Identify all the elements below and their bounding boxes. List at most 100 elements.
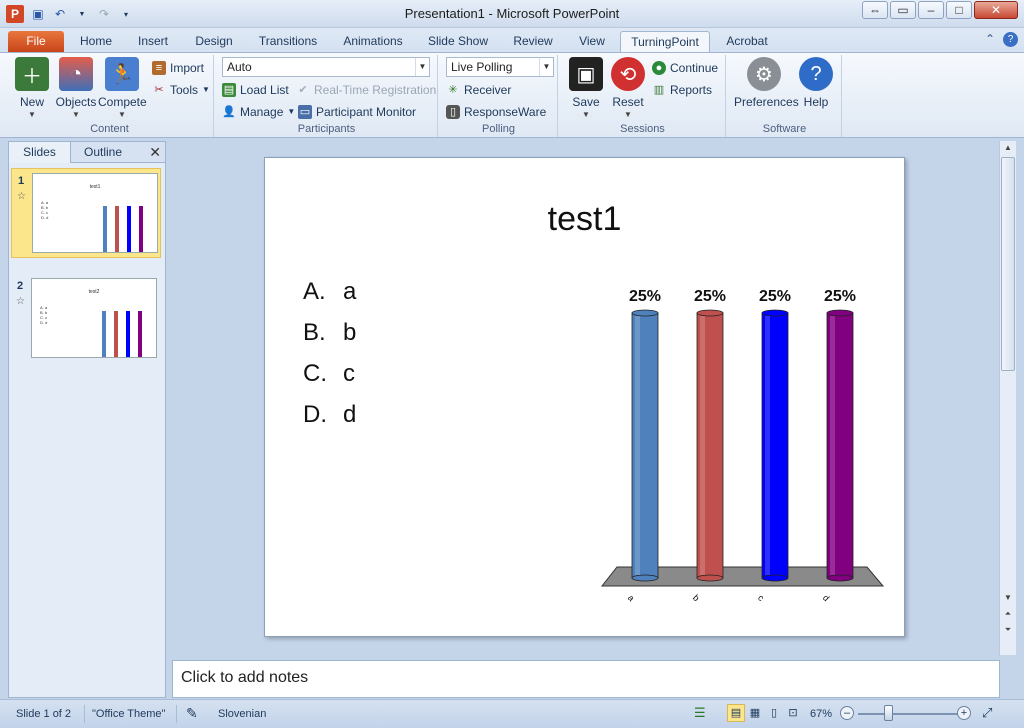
tab-outline[interactable]: Outline	[73, 142, 133, 163]
tab-turningpoint[interactable]: TurningPoint	[620, 31, 710, 52]
restore-ribbon-icon[interactable]: ⇔	[862, 1, 888, 19]
responseware-button[interactable]: ▯ ResponseWare	[446, 103, 546, 121]
notes-pane[interactable]: Click to add notes	[172, 660, 1000, 698]
participant-monitor-label: Participant Monitor	[316, 105, 417, 119]
tab-slides[interactable]: Slides	[9, 142, 71, 163]
thumbnail-title: test1	[89, 184, 101, 190]
tab-transitions[interactable]: Transitions	[252, 31, 324, 52]
chevron-down-icon[interactable]: ▼	[539, 58, 553, 76]
objects-button[interactable]: ◔ Objects ▼	[52, 57, 100, 119]
normal-view-icon[interactable]: ▤	[727, 704, 745, 722]
theme-name[interactable]: "Office Theme"	[92, 708, 165, 720]
help-button[interactable]: ? Help	[794, 57, 838, 109]
scroll-down-icon[interactable]: ▼	[1000, 591, 1016, 605]
thumbnail-answers: A. a B. b C. c D. d	[40, 305, 47, 325]
continue-button[interactable]: ● Continue	[652, 59, 718, 77]
tab-design[interactable]: Design	[188, 31, 240, 52]
thumbnail-bar	[115, 206, 119, 252]
chevron-down-icon: ▼	[287, 107, 296, 116]
group-label-polling: Polling	[481, 123, 516, 135]
next-slide-icon[interactable]: ⏷	[1000, 623, 1016, 637]
preferences-button[interactable]: ⚙ Preferences	[734, 57, 799, 109]
slide-thumbnail-2[interactable]: 2 ☆ test2 A. a B. b C. c D. d	[11, 274, 161, 364]
minimize-ribbon-icon[interactable]: ⌃	[985, 32, 995, 47]
results-bar-chart[interactable]: 25% a 25% b 25% c 25% d	[265, 158, 906, 638]
import-button[interactable]: ≡ Import	[152, 59, 204, 77]
receiver-button[interactable]: ✳ Receiver	[446, 81, 511, 99]
maximize-button[interactable]: □	[946, 1, 972, 19]
window-controls: ⇔ ▭ – □ ✕	[862, 1, 1018, 19]
minimize-button[interactable]: –	[918, 1, 944, 19]
turningpoint-status-icon[interactable]: ☰	[694, 705, 706, 721]
save-session-button[interactable]: ▣ Save ▼	[562, 57, 610, 119]
thumbnail-bar	[114, 311, 118, 357]
close-button[interactable]: ✕	[974, 1, 1018, 19]
chevron-down-icon: ▼	[28, 110, 36, 119]
previous-slide-icon[interactable]: ⏶	[1000, 607, 1016, 621]
fit-to-window-icon[interactable]: ⤢	[982, 705, 992, 721]
group-polling: Live Polling ▼ ✳ Receiver ▯ ResponseWare…	[440, 55, 558, 137]
tools-button[interactable]: ✂ Tools ▼	[152, 81, 210, 99]
slide-canvas[interactable]: test1 A. a B. b C. c D. d 25% a 25% b 25% c 25% d	[264, 157, 905, 637]
chevron-down-icon[interactable]: ▼	[415, 58, 429, 76]
tab-acrobat[interactable]: Acrobat	[718, 31, 776, 52]
vertical-scrollbar[interactable]: ▲ ▼ ⏶ ⏷	[999, 141, 1016, 655]
runner-icon: 🏃	[105, 57, 139, 91]
scroll-up-icon[interactable]: ▲	[1000, 141, 1016, 155]
category-label: c	[756, 593, 767, 604]
thumbnail-answer: D. d	[41, 215, 49, 220]
zoom-slider-track[interactable]	[858, 713, 958, 715]
slide-number: 2	[17, 280, 24, 292]
zoom-in-icon[interactable]: +	[957, 706, 971, 720]
load-list-button[interactable]: ▤ Load List	[222, 81, 289, 99]
tab-home[interactable]: Home	[74, 31, 118, 52]
slide-thumbnail-1[interactable]: 1 ☆ test1 A. a B. b C. c D. d	[11, 168, 161, 258]
realtime-registration-button[interactable]: ✔ Real-Time Registration	[296, 81, 436, 99]
bar-chart-icon: ▥	[653, 84, 665, 96]
reset-button[interactable]: ⟲ Reset ▼	[604, 57, 652, 119]
language-indicator[interactable]: Slovenian	[218, 708, 266, 720]
reports-label: Reports	[670, 83, 713, 97]
help-question-icon[interactable]: ?	[1003, 32, 1018, 47]
zoom-level[interactable]: 67%	[810, 708, 832, 720]
tab-file[interactable]: File	[8, 31, 64, 52]
tab-slide-show[interactable]: Slide Show	[422, 31, 494, 52]
group-software: ⚙ Preferences ? Help Software	[728, 55, 842, 137]
chart-bar	[761, 309, 789, 582]
slide-sorter-view-icon[interactable]: ▦	[746, 704, 764, 722]
group-label-participants: Participants	[297, 123, 356, 135]
spell-check-icon[interactable]: ✎	[186, 705, 198, 722]
tab-animations[interactable]: Animations	[336, 31, 410, 52]
new-button[interactable]: ＋ New ▼	[8, 57, 56, 119]
zoom-slider-thumb[interactable]	[884, 705, 893, 721]
zoom-out-icon[interactable]: –	[840, 706, 854, 720]
manage-button[interactable]: 👤 Manage ▼	[222, 103, 295, 121]
polling-mode-combo[interactable]: Live Polling ▼	[446, 57, 554, 77]
reading-view-icon[interactable]: ▯	[765, 704, 783, 722]
view-switch-icon[interactable]: ▭	[890, 1, 916, 19]
monitor-icon: ▭	[298, 105, 312, 119]
thumbnail-title: test2	[88, 289, 100, 295]
tab-review[interactable]: Review	[506, 31, 560, 52]
responseware-label: ResponseWare	[464, 105, 547, 119]
participant-list-combo[interactable]: Auto ▼	[222, 57, 430, 77]
tools-label: Tools	[170, 83, 199, 97]
panel-tabs: Slides Outline ✕	[9, 142, 165, 163]
reports-button[interactable]: ▥ Reports	[652, 81, 712, 99]
group-participants: Auto ▼ ▤ Load List ✔ Real-Time Registrat…	[216, 55, 438, 137]
compete-button[interactable]: 🏃 Compete ▼	[98, 57, 147, 119]
chart-bar	[631, 309, 659, 582]
gear-icon: ⚙	[747, 57, 781, 91]
participant-monitor-button[interactable]: ▭ Participant Monitor	[298, 103, 416, 121]
close-panel-icon[interactable]: ✕	[149, 144, 161, 161]
reset-icon: ⟲	[611, 57, 645, 91]
objects-label: Objects	[55, 95, 97, 109]
slide-show-view-icon[interactable]: ⊡	[784, 704, 802, 722]
thumbnail-bar	[139, 206, 143, 252]
chevron-down-icon: ▼	[118, 110, 126, 119]
realtime-registration-label: Real-Time Registration	[314, 83, 437, 97]
tab-view[interactable]: View	[572, 31, 612, 52]
scrollbar-thumb[interactable]	[1001, 157, 1015, 371]
tab-insert[interactable]: Insert	[130, 31, 176, 52]
data-label: 25%	[694, 288, 726, 305]
